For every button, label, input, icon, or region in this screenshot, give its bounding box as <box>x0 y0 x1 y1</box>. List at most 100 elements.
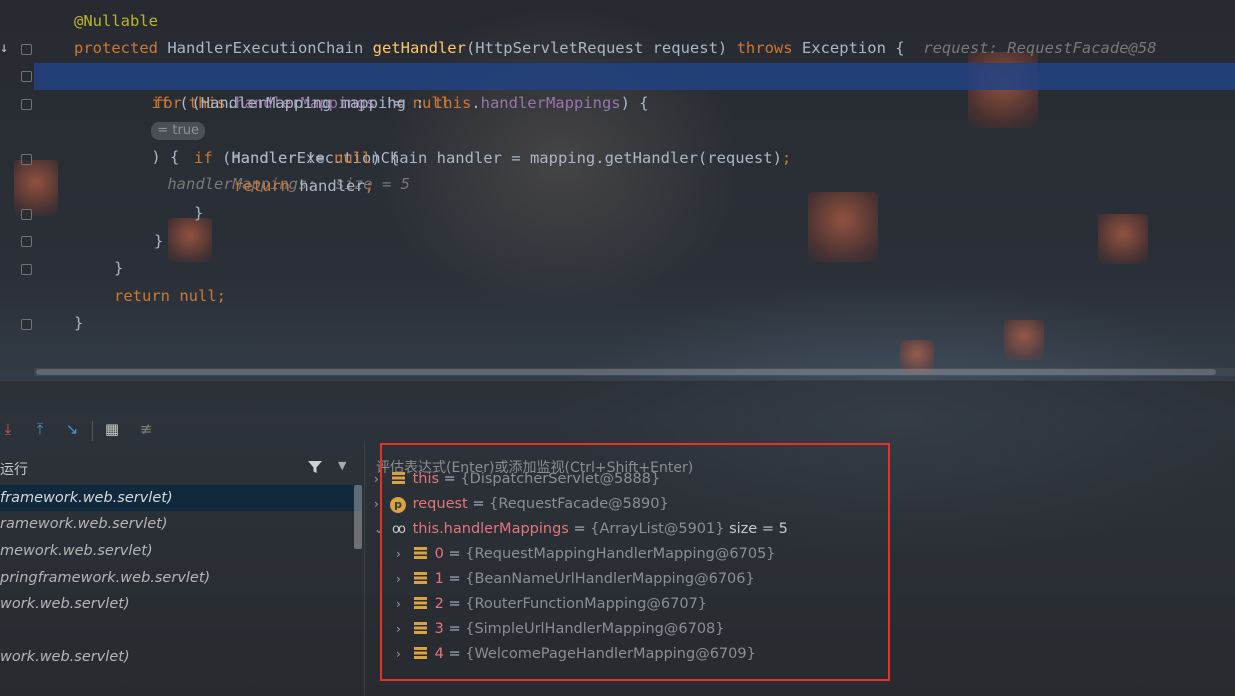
variable-row[interactable]: › this = {DispatcherServlet@5888} <box>374 467 660 492</box>
scrollbar-thumb[interactable] <box>36 369 1216 375</box>
code-token: ) { <box>371 149 400 167</box>
trace-stream-icon[interactable]: ≢ <box>136 419 156 439</box>
fold-marker-icon[interactable] <box>21 264 32 275</box>
variable-row[interactable]: ⌄ oo this.handlerMappings = {ArrayList@59… <box>374 517 788 542</box>
watch-glasses-icon: oo <box>392 522 406 537</box>
variable-row[interactable]: › 1 = {BeanNameUrlHandlerMapping@6706} <box>396 567 755 592</box>
field-icon <box>391 472 405 484</box>
code-token: ; <box>781 149 792 167</box>
frames-list[interactable]: framework.web.servlet) ramework.web.serv… <box>0 485 362 696</box>
variable-name: request <box>412 496 468 512</box>
evaluate-expression-icon[interactable]: ▦ <box>102 419 122 439</box>
variable-row[interactable]: › 3 = {SimpleUrlHandlerMapping@6708} <box>396 617 725 642</box>
variable-name: 3 <box>434 621 444 637</box>
code-token: . <box>471 94 481 112</box>
chevron-right-icon[interactable]: › <box>374 492 388 517</box>
frame-item[interactable]: work.web.servlet) <box>0 591 362 617</box>
frame-item[interactable]: work.web.servlet) <box>0 644 362 670</box>
code-line[interactable]: } <box>194 200 203 227</box>
variable-name: 0 <box>434 546 444 562</box>
frames-scrollbar[interactable] <box>354 485 362 549</box>
chevron-right-icon[interactable]: › <box>396 617 410 642</box>
code-token: } <box>74 314 84 332</box>
code-line[interactable]: if (this.handlerMappings != null = true … <box>114 63 450 193</box>
fold-marker-icon[interactable] <box>21 99 32 110</box>
fold-marker-icon[interactable] <box>21 209 32 220</box>
code-token: HandlerExecutionChain <box>167 39 373 57</box>
frame-item[interactable]: ramework.web.servlet) <box>0 511 362 537</box>
run-to-cursor-icon[interactable]: ↘ <box>62 419 82 439</box>
variable-value: {WelcomePageHandlerMapping@6709} <box>465 646 756 662</box>
horizontal-scrollbar[interactable] <box>34 368 1235 376</box>
step-out-icon[interactable]: ⤒ <box>30 419 50 439</box>
editor-gutter[interactable]: ↓ <box>0 0 34 378</box>
code-token: for <box>154 94 192 112</box>
code-token: Exception { <box>801 39 924 57</box>
chevron-right-icon[interactable]: › <box>396 592 410 617</box>
variable-row[interactable]: › 4 = {WelcomePageHandlerMapping@6709} <box>396 642 756 667</box>
code-line[interactable]: } <box>114 255 123 282</box>
variable-name: 4 <box>434 646 444 662</box>
equals-sign: = <box>568 521 591 537</box>
chevron-right-icon[interactable]: › <box>396 642 410 667</box>
code-line[interactable]: protected HandlerExecutionChain getHandl… <box>74 35 1157 62</box>
code-line[interactable]: if (handler != null) { <box>194 145 399 172</box>
filter-icon[interactable] <box>306 458 324 476</box>
code-line[interactable]: HandlerExecutionChain handler = mapping.… <box>194 118 791 167</box>
field-icon <box>413 572 427 584</box>
chevron-right-icon[interactable]: › <box>396 567 410 592</box>
code-token: request: RequestFacade@58 <box>923 39 1157 57</box>
panel-divider[interactable] <box>364 441 365 696</box>
frame-item[interactable]: framework.web.servlet) <box>0 485 362 511</box>
code-token: this <box>433 94 472 112</box>
fold-marker-icon[interactable] <box>21 44 32 55</box>
fold-marker-icon[interactable] <box>21 236 32 247</box>
chevron-right-icon[interactable]: › <box>374 467 388 492</box>
variable-row[interactable]: › 2 = {RouterFunctionMapping@6707} <box>396 592 707 617</box>
equals-sign: = <box>443 596 466 612</box>
variable-row[interactable]: › p request = {RequestFacade@5890} <box>374 492 669 517</box>
equals-sign: = <box>443 546 466 562</box>
frame-item[interactable]: pringframework.web.servlet) <box>0 565 362 591</box>
code-text: ) { <box>151 148 180 166</box>
code-line[interactable]: } <box>154 228 163 255</box>
code-token: return <box>234 177 300 195</box>
equals-sign: = <box>467 496 490 512</box>
code-line[interactable]: for (HandlerMapping mapping : this.handl… <box>154 90 649 117</box>
chevron-right-icon[interactable]: › <box>396 542 410 567</box>
equals-sign: = <box>443 571 466 587</box>
frame-item[interactable]: mework.web.servlet) <box>0 538 362 564</box>
fold-marker-icon[interactable] <box>21 71 32 82</box>
code-token: protected <box>74 39 168 57</box>
code-line[interactable]: return null; <box>114 283 226 310</box>
code-editor[interactable]: ↓ @Nullable protected HandlerExecutionCh… <box>0 0 1235 378</box>
fold-marker-icon[interactable] <box>21 154 32 165</box>
code-token: (handler != <box>222 149 334 167</box>
field-icon <box>413 597 427 609</box>
variable-value: {SimpleUrlHandlerMapping@6708} <box>465 621 725 637</box>
variable-name: this.handlerMappings <box>412 521 569 537</box>
code-line[interactable]: } <box>74 310 83 337</box>
code-token: @Nullable <box>74 12 158 30</box>
fold-marker-icon[interactable] <box>21 319 32 330</box>
field-icon <box>413 622 427 634</box>
code-line[interactable]: return handler; <box>234 173 374 200</box>
variable-value: {ArrayList@5901} <box>590 521 725 537</box>
frame-item[interactable] <box>0 617 362 643</box>
chevron-down-icon[interactable]: ⌄ <box>374 517 388 542</box>
field-icon <box>413 547 427 559</box>
code-token: null <box>333 149 372 167</box>
code-line[interactable]: @Nullable <box>74 8 158 35</box>
code-token: } <box>154 232 164 250</box>
variable-row[interactable]: › 0 = {RequestMappingHandlerMapping@6705… <box>396 542 776 567</box>
variable-name: this <box>412 471 440 487</box>
variable-value: {DispatcherServlet@5888} <box>460 471 661 487</box>
field-icon <box>413 647 427 659</box>
variable-value: {RequestFacade@5890} <box>489 496 669 512</box>
step-into-icon[interactable]: ⤓ <box>0 419 18 439</box>
equals-sign: = <box>443 646 466 662</box>
variable-value: {BeanNameUrlHandlerMapping@6706} <box>465 571 755 587</box>
code-token: ; <box>216 287 226 305</box>
step-arrow-icon: ↓ <box>0 40 9 56</box>
chevron-down-icon[interactable]: ▼ <box>338 459 346 472</box>
